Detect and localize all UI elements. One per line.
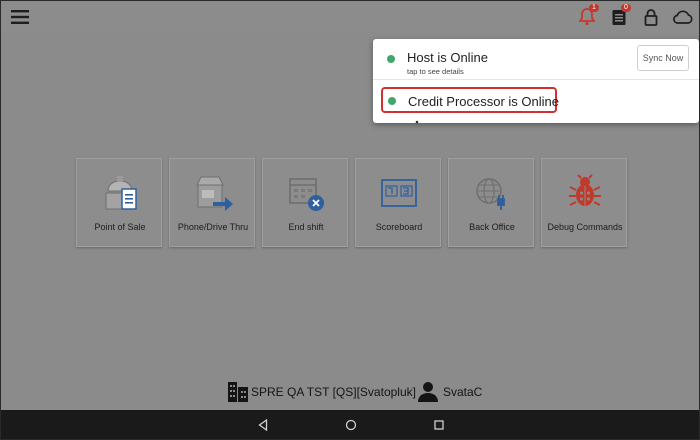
host-status-subtitle: tap to see details	[407, 67, 464, 76]
tile-debug-commands[interactable]: Debug Commands	[541, 158, 627, 247]
nav-home-icon[interactable]	[342, 416, 360, 434]
document-icon[interactable]: 0	[607, 4, 631, 29]
tile-label: Scoreboard	[375, 222, 423, 232]
document-count-badge: 0	[621, 4, 631, 12]
app-screen: 1 0 Host is Online tap to see details Sy…	[0, 0, 700, 440]
tile-label: End shift	[288, 222, 324, 232]
scoreboard-icon	[356, 173, 442, 213]
user-icon	[418, 382, 438, 402]
tile-scoreboard[interactable]: Scoreboard	[355, 158, 441, 247]
tile-phone-drive-thru[interactable]: Phone/Drive Thru	[169, 158, 255, 247]
notifications-bell-icon[interactable]: 1	[575, 4, 599, 29]
bug-icon	[542, 173, 628, 213]
top-bar: 1 0	[1, 1, 699, 32]
tile-end-shift[interactable]: End shift	[262, 158, 348, 247]
tile-label: Debug Commands	[547, 222, 623, 232]
end-shift-icon	[263, 173, 349, 213]
pos-icon	[77, 173, 163, 213]
tile-back-office[interactable]: Back Office	[448, 158, 534, 247]
nav-recent-apps-icon[interactable]	[430, 416, 448, 434]
tile-label: Back Office	[469, 222, 515, 232]
cloud-icon[interactable]	[669, 5, 695, 29]
tile-point-of-sale[interactable]: Point of Sale	[76, 158, 162, 247]
pointer-cursor	[415, 120, 419, 124]
tile-label: Phone/Drive Thru	[177, 222, 249, 232]
back-office-icon	[449, 173, 535, 213]
user-name-label: SvataC	[443, 385, 483, 399]
store-building-icon	[228, 382, 248, 402]
credit-processor-status-title: Credit Processor is Online	[408, 94, 559, 109]
host-status-title: Host is Online	[407, 50, 488, 65]
phone-drive-thru-icon	[170, 173, 256, 213]
host-online-indicator	[387, 55, 395, 63]
host-status-row[interactable]: Host is Online tap to see details Sync N…	[373, 39, 699, 80]
lock-icon[interactable]	[639, 5, 663, 29]
store-name-label: SPRE QA TST [QS][Svatopluk]	[251, 385, 416, 399]
android-navigation-bar	[1, 410, 699, 439]
notification-count-badge: 1	[589, 4, 599, 12]
tile-label: Point of Sale	[94, 222, 146, 232]
nav-back-icon[interactable]	[254, 416, 272, 434]
menu-icon[interactable]	[9, 6, 31, 28]
sync-now-button[interactable]: Sync Now	[637, 45, 689, 71]
